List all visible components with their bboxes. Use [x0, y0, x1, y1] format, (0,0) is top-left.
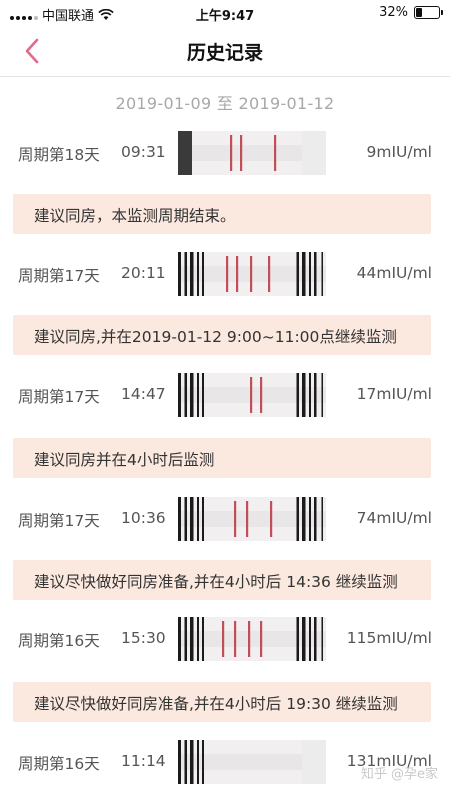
record-row[interactable]: 周期第17天 14:47 17mIU/ml	[0, 366, 450, 426]
status-bar: 中国联通 上午9:47 32%	[0, 0, 450, 26]
record-row[interactable]: 周期第16天 15:30 115mIU/ml	[0, 610, 450, 670]
record-time: 09:31	[121, 143, 166, 161]
cycle-day: 周期第16天	[18, 755, 100, 773]
cycle-day: 周期第17天	[18, 267, 100, 285]
test-strip-image	[178, 497, 326, 541]
advice-text: 建议同房，本监测周期结束。	[34, 207, 236, 225]
page-title: 历史记录	[186, 42, 263, 64]
record-time: 10:36	[121, 509, 166, 527]
lh-value: 115mIU/ml	[346, 629, 432, 647]
cycle-day: 周期第18天	[18, 146, 100, 164]
battery-percent: 32%	[379, 5, 408, 20]
cycle-day: 周期第16天	[18, 632, 100, 650]
cycle-day: 周期第17天	[18, 512, 100, 530]
test-strip-thumbnail[interactable]	[178, 373, 326, 417]
advice-box: 建议同房，本监测周期结束。	[13, 194, 431, 234]
lh-value: 17mIU/ml	[356, 385, 432, 403]
advice-box: 建议尽快做好同房准备,并在4小时后 14:36 继续监测	[13, 560, 431, 600]
nav-bar: 历史记录	[0, 26, 450, 77]
record-row[interactable]: 周期第17天 10:36 74mIU/ml	[0, 490, 450, 550]
advice-box: 建议尽快做好同房准备,并在4小时后 19:30 继续监测	[13, 682, 431, 722]
advice-text: 建议同房,并在2019-01-12 9:00~11:00点继续监测	[34, 328, 397, 346]
advice-box: 建议同房并在4小时后监测	[13, 438, 431, 478]
lh-value: 9mIU/ml	[366, 143, 432, 161]
advice-text: 建议尽快做好同房准备,并在4小时后 14:36 继续监测	[34, 573, 398, 591]
status-right: 32%	[379, 5, 443, 20]
test-strip-thumbnail[interactable]	[178, 617, 326, 661]
test-strip-image	[178, 617, 326, 661]
lh-value: 44mIU/ml	[356, 264, 432, 282]
date-range: 2019-01-09 至 2019-01-12	[115, 94, 335, 113]
test-strip-thumbnail[interactable]	[178, 131, 326, 175]
record-time: 11:14	[121, 752, 166, 770]
test-strip-image	[178, 373, 326, 417]
test-strip-image	[178, 740, 326, 784]
test-strip-image	[178, 131, 326, 175]
record-time: 20:11	[121, 264, 166, 282]
watermark: 知乎 @孕e家	[360, 767, 438, 782]
test-strip-thumbnail[interactable]	[178, 497, 326, 541]
test-strip-thumbnail[interactable]	[178, 252, 326, 296]
test-strip-thumbnail[interactable]	[178, 740, 326, 784]
battery-level	[416, 8, 422, 17]
advice-text: 建议尽快做好同房准备,并在4小时后 19:30 继续监测	[34, 695, 398, 713]
record-row[interactable]: 周期第18天 09:31 9mIU/ml	[0, 124, 450, 184]
battery-icon	[414, 6, 443, 19]
record-row[interactable]: 周期第17天 20:11 44mIU/ml	[0, 245, 450, 305]
record-time: 15:30	[121, 629, 166, 647]
test-strip-image	[178, 252, 326, 296]
lh-value: 74mIU/ml	[356, 509, 432, 527]
advice-box: 建议同房,并在2019-01-12 9:00~11:00点继续监测	[13, 315, 431, 355]
record-time: 14:47	[121, 385, 166, 403]
cycle-day: 周期第17天	[18, 388, 100, 406]
advice-text: 建议同房并在4小时后监测	[34, 451, 215, 469]
